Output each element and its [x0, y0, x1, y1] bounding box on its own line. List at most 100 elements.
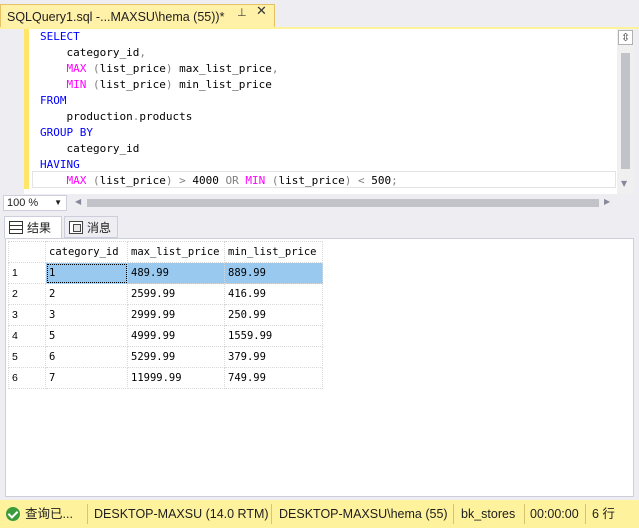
table-row[interactable]: 4 5 4999.99 1559.99 — [8, 325, 323, 347]
grid-icon — [9, 221, 23, 234]
horizontal-scroll-thumb[interactable] — [87, 199, 599, 207]
grid-cell[interactable]: 749.99 — [224, 367, 323, 389]
row-number[interactable]: 2 — [8, 283, 46, 305]
close-icon[interactable]: ✕ — [256, 5, 267, 19]
sql-editor[interactable]: SELECT category_id, MAX (list_price) max… — [0, 29, 634, 194]
row-count: 6 行 — [592, 507, 615, 521]
table-row[interactable]: 2 2 2599.99 416.99 — [8, 283, 323, 305]
code-line[interactable]: category_id, — [40, 45, 145, 61]
code-line[interactable]: production.products — [40, 109, 192, 125]
query-status: 查询已... — [25, 507, 73, 521]
row-number[interactable]: 1 — [8, 262, 46, 284]
row-number[interactable]: 5 — [8, 346, 46, 368]
code-token: , — [271, 62, 279, 75]
code-token: list_price — [278, 174, 345, 187]
grid-cell[interactable]: 6 — [45, 346, 128, 368]
grid-cell[interactable]: 1559.99 — [224, 325, 323, 347]
grid-cell[interactable]: 250.99 — [224, 304, 323, 326]
document-tab-strip: SQLQuery1.sql -...MAXSU\hema (55))* ⊣ ✕ — [0, 0, 639, 29]
tab-results[interactable]: 结果 — [4, 216, 62, 238]
grid-cell[interactable]: 2599.99 — [127, 283, 225, 305]
code-token: list_price — [99, 174, 166, 187]
grid-cell[interactable]: 2999.99 — [127, 304, 225, 326]
row-number[interactable]: 3 — [8, 304, 46, 326]
code-line[interactable]: MAX (list_price) > 4000 OR MIN (list_pri… — [40, 173, 398, 189]
zoom-dropdown[interactable]: 100 % ▼ — [3, 195, 67, 211]
row-header-corner[interactable] — [8, 241, 46, 263]
scroll-right-icon[interactable]: ▶ — [604, 197, 610, 206]
code-line[interactable]: SELECT — [40, 29, 80, 45]
chevron-down-icon: ▼ — [54, 198, 62, 207]
scroll-left-icon[interactable]: ◀ — [75, 197, 81, 206]
code-token: ( — [93, 174, 100, 187]
code-token: MIN — [66, 78, 87, 91]
login-name: DESKTOP-MAXSU\hema (55) — [279, 507, 448, 521]
pin-icon[interactable]: ⊣ — [234, 7, 248, 17]
code-token: MIN — [245, 174, 266, 187]
table-row[interactable]: 1 1 489.99 889.99 — [8, 262, 323, 284]
code-line[interactable]: MIN (list_price) min_list_price — [40, 77, 272, 93]
grid-cell[interactable]: 5299.99 — [127, 346, 225, 368]
zoom-bar: 100 % ▼ ◀ ▶ — [0, 194, 634, 212]
code-token: min_list_price — [172, 78, 272, 91]
row-number[interactable]: 4 — [8, 325, 46, 347]
code-line[interactable]: HAVING — [40, 157, 80, 173]
code-line[interactable]: MAX (list_price) max_list_price, — [40, 61, 279, 77]
grid-cell[interactable]: 3 — [45, 304, 128, 326]
code-token: GROUP BY — [40, 126, 93, 139]
status-separator — [585, 504, 586, 524]
column-header[interactable]: max_list_price — [127, 241, 225, 263]
code-token: ; — [391, 174, 398, 187]
column-header[interactable]: category_id — [45, 241, 128, 263]
code-token: SELECT — [40, 30, 80, 43]
vertical-scroll-thumb[interactable] — [621, 53, 630, 169]
table-row[interactable]: 5 6 5299.99 379.99 — [8, 346, 323, 368]
row-number[interactable]: 6 — [8, 367, 46, 389]
check-circle-icon — [6, 507, 20, 521]
grid-cell[interactable]: 416.99 — [224, 283, 323, 305]
grid-cell[interactable]: 7 — [45, 367, 128, 389]
tab-messages[interactable]: 消息 — [64, 216, 118, 238]
code-token: products — [139, 110, 193, 123]
code-token: max_list_price — [172, 62, 272, 75]
grid-cell[interactable]: 4999.99 — [127, 325, 225, 347]
elapsed-time: 00:00:00 — [530, 507, 579, 521]
table-row[interactable]: 3 3 2999.99 250.99 — [8, 304, 323, 326]
grid-cell[interactable]: 379.99 — [224, 346, 323, 368]
code-line[interactable]: FROM — [40, 93, 67, 109]
code-token: OR — [225, 174, 239, 187]
table-row[interactable]: 6 7 11999.99 749.99 — [8, 367, 323, 389]
editor-vertical-scrollbar[interactable]: ⇳ ▼ — [617, 29, 634, 194]
split-editor-icon[interactable]: ⇳ — [618, 30, 633, 45]
code-token: production — [40, 110, 133, 123]
code-token: list_price — [99, 78, 166, 91]
code-line[interactable]: GROUP BY — [40, 125, 93, 141]
results-grid[interactable]: category_id max_list_price min_list_pric… — [8, 241, 323, 389]
code-token: ( — [93, 78, 100, 91]
code-area[interactable]: SELECT category_id, MAX (list_price) max… — [32, 29, 617, 189]
grid-cell[interactable]: 889.99 — [224, 262, 323, 284]
column-header[interactable]: min_list_price — [224, 241, 323, 263]
grid-cell[interactable]: 1 — [45, 262, 128, 284]
result-tabs: 结果 消息 — [0, 214, 634, 238]
grid-cell[interactable]: 2 — [45, 283, 128, 305]
code-token: < — [357, 174, 365, 187]
status-separator — [87, 504, 88, 524]
grid-cell[interactable]: 5 — [45, 325, 128, 347]
status-bar: 查询已... DESKTOP-MAXSU (14.0 RTM) DESKTOP-… — [0, 500, 639, 528]
scroll-down-icon[interactable]: ▼ — [621, 179, 627, 188]
grid-cell[interactable]: 11999.99 — [127, 367, 225, 389]
database-name: bk_stores — [461, 507, 516, 521]
grid-cell[interactable]: 489.99 — [127, 262, 225, 284]
messages-icon — [69, 220, 83, 234]
results-pane[interactable]: category_id max_list_price min_list_pric… — [5, 238, 634, 497]
code-token: 500 — [364, 174, 392, 187]
code-line[interactable]: category_id — [40, 141, 139, 157]
